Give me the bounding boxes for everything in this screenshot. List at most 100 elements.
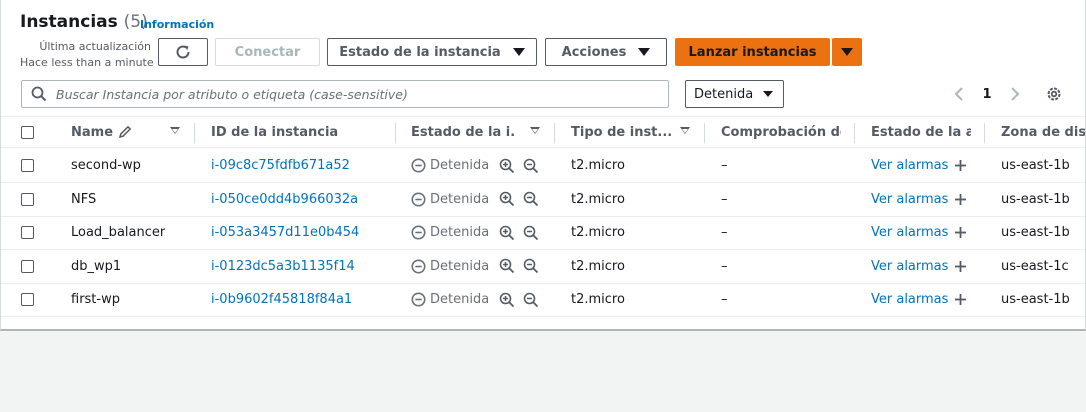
column-divider[interactable] <box>704 123 705 143</box>
gear-icon <box>1047 87 1061 101</box>
row-checkbox[interactable] <box>21 226 34 239</box>
instance-id-link[interactable]: i-053a3457d11e0b454 <box>211 216 359 249</box>
info-link[interactable]: Información <box>140 18 214 31</box>
connect-button-label: Conectar <box>234 44 301 60</box>
connect-button[interactable]: Conectar <box>215 38 320 66</box>
view-alarms-link[interactable]: Ver alarmas <box>871 292 948 307</box>
stopped-status-icon <box>411 158 426 173</box>
state-filter-select[interactable]: Detenida <box>685 80 784 108</box>
instance-type: t2.micro <box>571 292 625 307</box>
current-page[interactable]: 1 <box>977 82 997 106</box>
last-update-label: Última actualización <box>39 40 151 53</box>
zoom-out-icon[interactable] <box>523 292 539 308</box>
column-divider[interactable] <box>194 123 195 143</box>
next-page-button[interactable] <box>1005 82 1025 106</box>
column-divider[interactable] <box>984 123 985 143</box>
page-title: Instancias (5) <box>20 12 148 32</box>
zoom-in-icon[interactable] <box>499 258 515 274</box>
search-input[interactable] <box>56 86 656 102</box>
plus-icon[interactable] <box>954 293 967 306</box>
select-all-checkbox[interactable] <box>21 117 34 147</box>
table-row[interactable]: first-wp i-0b9602f45818f84a1 Detenida t2… <box>1 283 1085 317</box>
plus-icon[interactable] <box>954 260 967 273</box>
column-header-instance-state[interactable]: Estado de la i... <box>411 117 516 147</box>
column-header-availability-zone[interactable]: Zona de dispo <box>1001 117 1085 147</box>
table-row[interactable]: NFS i-050ce0dd4b966032a Detenida t2.micr… <box>1 183 1085 217</box>
previous-page-button[interactable] <box>949 82 969 106</box>
zoom-in-icon[interactable] <box>499 292 515 308</box>
refresh-icon <box>176 45 190 59</box>
chevron-left-icon <box>954 87 963 101</box>
plus-icon[interactable] <box>954 193 967 206</box>
column-header-alarm-status[interactable]: Estado de la ala <box>871 117 971 147</box>
actions-dropdown-label: Acciones <box>561 44 627 60</box>
instance-state-dropdown[interactable]: Estado de la instancia <box>327 38 537 66</box>
refresh-button[interactable] <box>158 38 208 66</box>
instance-state-text: Detenida <box>430 158 490 173</box>
column-divider[interactable] <box>554 123 555 143</box>
status-check: – <box>721 191 728 207</box>
zoom-out-icon[interactable] <box>523 258 539 274</box>
column-header-status-check[interactable]: Comprobación de <box>721 117 841 147</box>
row-checkbox-cell[interactable] <box>21 183 34 216</box>
launch-instances-button[interactable]: Lanzar instancias <box>675 38 830 66</box>
instance-state-cell: Detenida <box>411 183 539 216</box>
zoom-out-icon[interactable] <box>523 191 539 207</box>
table-header: Name ID de la instancia Estado de la i..… <box>1 116 1085 148</box>
instance-id-link[interactable]: i-0b9602f45818f84a1 <box>211 283 352 316</box>
zoom-out-icon[interactable] <box>523 158 539 174</box>
sort-icon[interactable] <box>530 127 540 134</box>
column-divider[interactable] <box>395 123 396 143</box>
launch-instances-menu-button[interactable] <box>832 38 862 66</box>
view-alarms-link[interactable]: Ver alarmas <box>871 225 948 240</box>
row-checkbox-cell[interactable] <box>21 283 34 316</box>
search-bar[interactable] <box>21 80 669 108</box>
table-row[interactable]: second-wp i-09c8c75fdfb671a52 Detenida t… <box>1 149 1085 183</box>
search-icon <box>31 86 47 102</box>
row-checkbox[interactable] <box>21 293 34 306</box>
column-divider[interactable] <box>854 123 855 143</box>
zoom-out-icon[interactable] <box>523 225 539 241</box>
sort-icon[interactable] <box>680 127 690 134</box>
instance-name: NFS <box>71 191 97 207</box>
instance-id-link[interactable]: i-0123dc5a3b1135f14 <box>211 250 355 283</box>
checkbox[interactable] <box>21 125 34 139</box>
row-checkbox[interactable] <box>21 159 34 172</box>
plus-icon[interactable] <box>954 226 967 239</box>
actions-dropdown[interactable]: Acciones <box>545 38 667 66</box>
instance-id-link[interactable]: i-09c8c75fdfb671a52 <box>211 149 350 182</box>
instance-state-text: Detenida <box>430 191 490 207</box>
row-checkbox[interactable] <box>21 259 34 273</box>
plus-icon[interactable] <box>954 159 967 172</box>
column-header-instance-type[interactable]: Tipo de inst... <box>571 117 671 147</box>
instance-id-link[interactable]: i-050ce0dd4b966032a <box>211 183 358 216</box>
availability-zone: us-east-1b <box>1001 158 1070 173</box>
zoom-in-icon[interactable] <box>499 158 515 174</box>
instance-type: t2.micro <box>571 191 625 207</box>
alarm-status-cell: Ver alarmas <box>871 149 967 182</box>
table-row[interactable]: Load_balancer i-053a3457d11e0b454 Deteni… <box>1 216 1085 250</box>
zoom-in-icon[interactable] <box>499 191 515 207</box>
sort-icon[interactable] <box>170 127 180 134</box>
state-filter-value: Detenida <box>694 86 754 102</box>
zoom-in-icon[interactable] <box>499 225 515 241</box>
instance-type: t2.micro <box>571 158 625 173</box>
view-alarms-link[interactable]: Ver alarmas <box>871 259 948 274</box>
row-checkbox-cell[interactable] <box>21 250 34 283</box>
column-header-name[interactable]: Name <box>71 117 132 147</box>
view-alarms-link[interactable]: Ver alarmas <box>871 192 948 207</box>
row-checkbox-cell[interactable] <box>21 149 34 182</box>
instance-state-cell: Detenida <box>411 250 539 283</box>
instance-state-dropdown-label: Estado de la instancia <box>339 44 501 60</box>
row-checkbox-cell[interactable] <box>21 216 34 249</box>
last-update: Última actualización Hace less than a mi… <box>20 39 154 71</box>
row-checkbox[interactable] <box>21 192 34 206</box>
column-header-instance-id[interactable]: ID de la instancia <box>211 117 338 147</box>
alarm-status-cell: Ver alarmas <box>871 250 967 283</box>
caret-down-icon <box>763 91 773 97</box>
preferences-button[interactable] <box>1043 82 1065 106</box>
table-row[interactable]: db_wp1 i-0123dc5a3b1135f14 Detenida t2.m… <box>1 250 1085 284</box>
status-check: – <box>721 258 728 274</box>
view-alarms-link[interactable]: Ver alarmas <box>871 158 948 173</box>
column-name-label: Name <box>71 124 114 140</box>
